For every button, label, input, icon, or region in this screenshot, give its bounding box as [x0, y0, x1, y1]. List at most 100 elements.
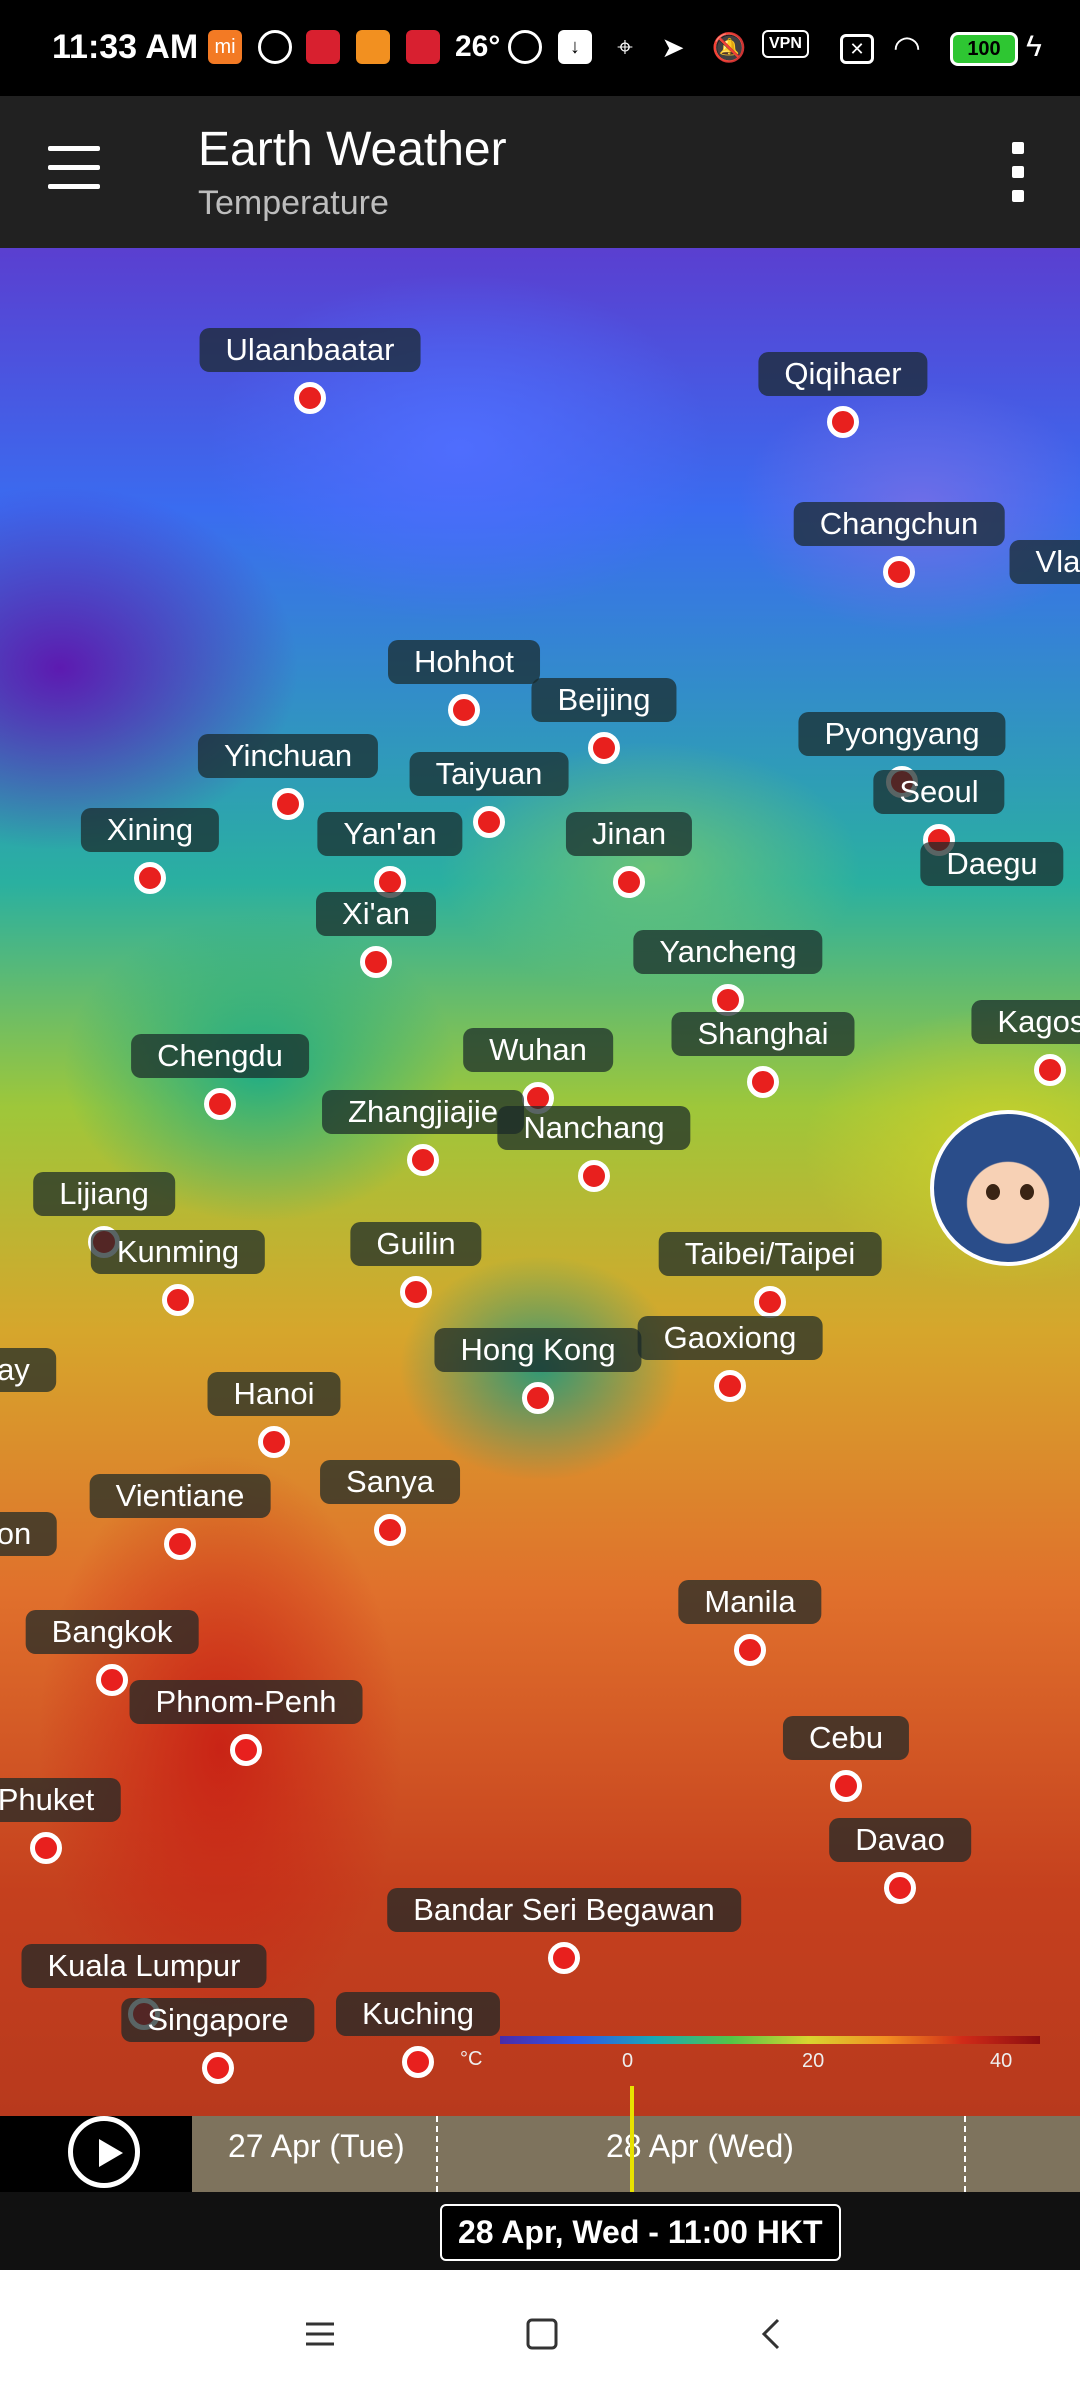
city-marker[interactable] [588, 732, 620, 764]
city-label: Cebu [782, 1716, 910, 1760]
city-label: Chengdu [131, 1034, 309, 1078]
scale-unit: °C [460, 2048, 483, 2070]
city-marker[interactable] [374, 1514, 406, 1546]
city-marker[interactable] [830, 1770, 862, 1802]
city-marker[interactable] [473, 806, 505, 838]
city-label: Bangkok [25, 1610, 199, 1654]
city-label: Kuala Lumpur [21, 1944, 267, 1988]
city-label: Yan'an [317, 812, 463, 856]
city-marker[interactable] [747, 1066, 779, 1098]
timeline-cursor[interactable] [630, 2086, 634, 2196]
city-marker[interactable] [754, 1286, 786, 1318]
city-label: Davao [829, 1818, 971, 1862]
city-label: Kunming [90, 1230, 266, 1274]
city-marker[interactable] [162, 1284, 194, 1316]
city-marker[interactable] [827, 406, 859, 438]
city-label: Xining [80, 808, 220, 852]
city-label: Hong Kong [434, 1328, 642, 1372]
city-marker[interactable] [548, 1942, 580, 1974]
city-label: Bandar Seri Begawan [387, 1888, 741, 1932]
download-icon: ↓ [558, 30, 592, 64]
city-marker[interactable] [578, 1160, 610, 1192]
app-icon [356, 30, 390, 64]
city-marker[interactable] [883, 556, 915, 588]
city-marker[interactable] [1034, 1054, 1066, 1086]
app-icon [306, 30, 340, 64]
city-label: Guilin [350, 1222, 482, 1266]
city-marker[interactable] [448, 694, 480, 726]
city-label: Qiqihaer [758, 352, 928, 396]
city-label: lay [0, 1348, 56, 1392]
city-label: Hohhot [388, 640, 540, 684]
scale-tick-0: 0 [622, 2050, 634, 2072]
city-label: Jinan [565, 812, 693, 856]
city-label: Zhangjiajie [322, 1090, 524, 1134]
day-divider [964, 2116, 966, 2192]
city-marker[interactable] [258, 1426, 290, 1458]
back-nav-icon[interactable] [752, 2314, 792, 2354]
city-label: on [0, 1512, 58, 1556]
hamburger-menu-icon[interactable] [48, 146, 104, 192]
city-label: Kuching [335, 1992, 501, 2036]
play-icon[interactable] [68, 2116, 140, 2188]
city-marker[interactable] [884, 1872, 916, 1904]
temperature-scale-bar [500, 2036, 1040, 2044]
system-nav-bar [0, 2270, 1080, 2400]
city-label: Wuhan [463, 1028, 613, 1072]
weather-map[interactable]: Ulaanbaatar Qiqihaer Changchun Vladi Hoh… [0, 248, 1080, 2116]
city-marker[interactable] [230, 1734, 262, 1766]
city-label: Daegu [920, 842, 1064, 886]
vpn-icon: VPN [762, 30, 809, 58]
city-label: Lijiang [33, 1172, 175, 1216]
more-options-icon[interactable] [1006, 142, 1030, 202]
app-bar: Earth Weather Temperature [0, 96, 1080, 248]
day-label-wed: 28 Apr (Wed) [606, 2128, 794, 2164]
city-label: Yancheng [633, 930, 823, 974]
city-label: Xi'an [316, 892, 436, 936]
city-marker[interactable] [272, 788, 304, 820]
day-divider [436, 2116, 438, 2192]
city-marker[interactable] [734, 1634, 766, 1666]
city-marker[interactable] [714, 1370, 746, 1402]
scale-tick-40: 40 [990, 2050, 1013, 2072]
nfc-icon [508, 30, 542, 64]
status-bar: 11:33 AM mi 26° ↓ ⌖ ➤ 🔕 VPN ✕ ◠ 100 ϟ [0, 0, 1080, 96]
day-label-tue: 27 Apr (Tue) [228, 2128, 405, 2164]
city-label: Phuket [0, 1778, 121, 1822]
city-marker[interactable] [164, 1528, 196, 1560]
status-temperature: 26° [455, 30, 501, 63]
mi-icon: mi [208, 30, 242, 64]
city-label: Gaoxiong [637, 1316, 823, 1360]
city-marker[interactable] [294, 382, 326, 414]
city-marker[interactable] [202, 2052, 234, 2084]
city-marker[interactable] [407, 1144, 439, 1176]
city-marker[interactable] [400, 1276, 432, 1308]
city-label: Ulaanbaatar [199, 328, 421, 372]
app-title: Earth Weather [198, 123, 507, 176]
charging-icon: ϟ [1026, 30, 1042, 63]
city-marker[interactable] [204, 1088, 236, 1120]
city-label: Hanoi [207, 1372, 341, 1416]
assistant-avatar[interactable] [930, 1110, 1080, 1266]
city-label: Taiyuan [409, 752, 569, 796]
city-label: Beijing [531, 678, 677, 722]
city-label: Singapore [121, 1998, 315, 2042]
city-label: Vientiane [89, 1474, 271, 1518]
city-label: Kagosh [971, 1000, 1080, 1044]
city-label: Taibei/Taipei [658, 1232, 882, 1276]
city-marker[interactable] [30, 1832, 62, 1864]
location-icon: ⌖ [617, 30, 633, 62]
app-icon [406, 30, 440, 64]
city-marker[interactable] [522, 1382, 554, 1414]
city-marker[interactable] [96, 1664, 128, 1696]
status-time: 11:33 AM [52, 28, 199, 66]
city-marker[interactable] [360, 946, 392, 978]
city-label: Sanya [320, 1460, 460, 1504]
city-marker[interactable] [134, 862, 166, 894]
menu-nav-icon[interactable] [300, 2314, 340, 2354]
sim-icon: ✕ [840, 34, 874, 64]
city-marker[interactable] [613, 866, 645, 898]
home-nav-icon[interactable] [522, 2314, 562, 2354]
city-marker[interactable] [402, 2046, 434, 2078]
city-label: Nanchang [497, 1106, 691, 1150]
